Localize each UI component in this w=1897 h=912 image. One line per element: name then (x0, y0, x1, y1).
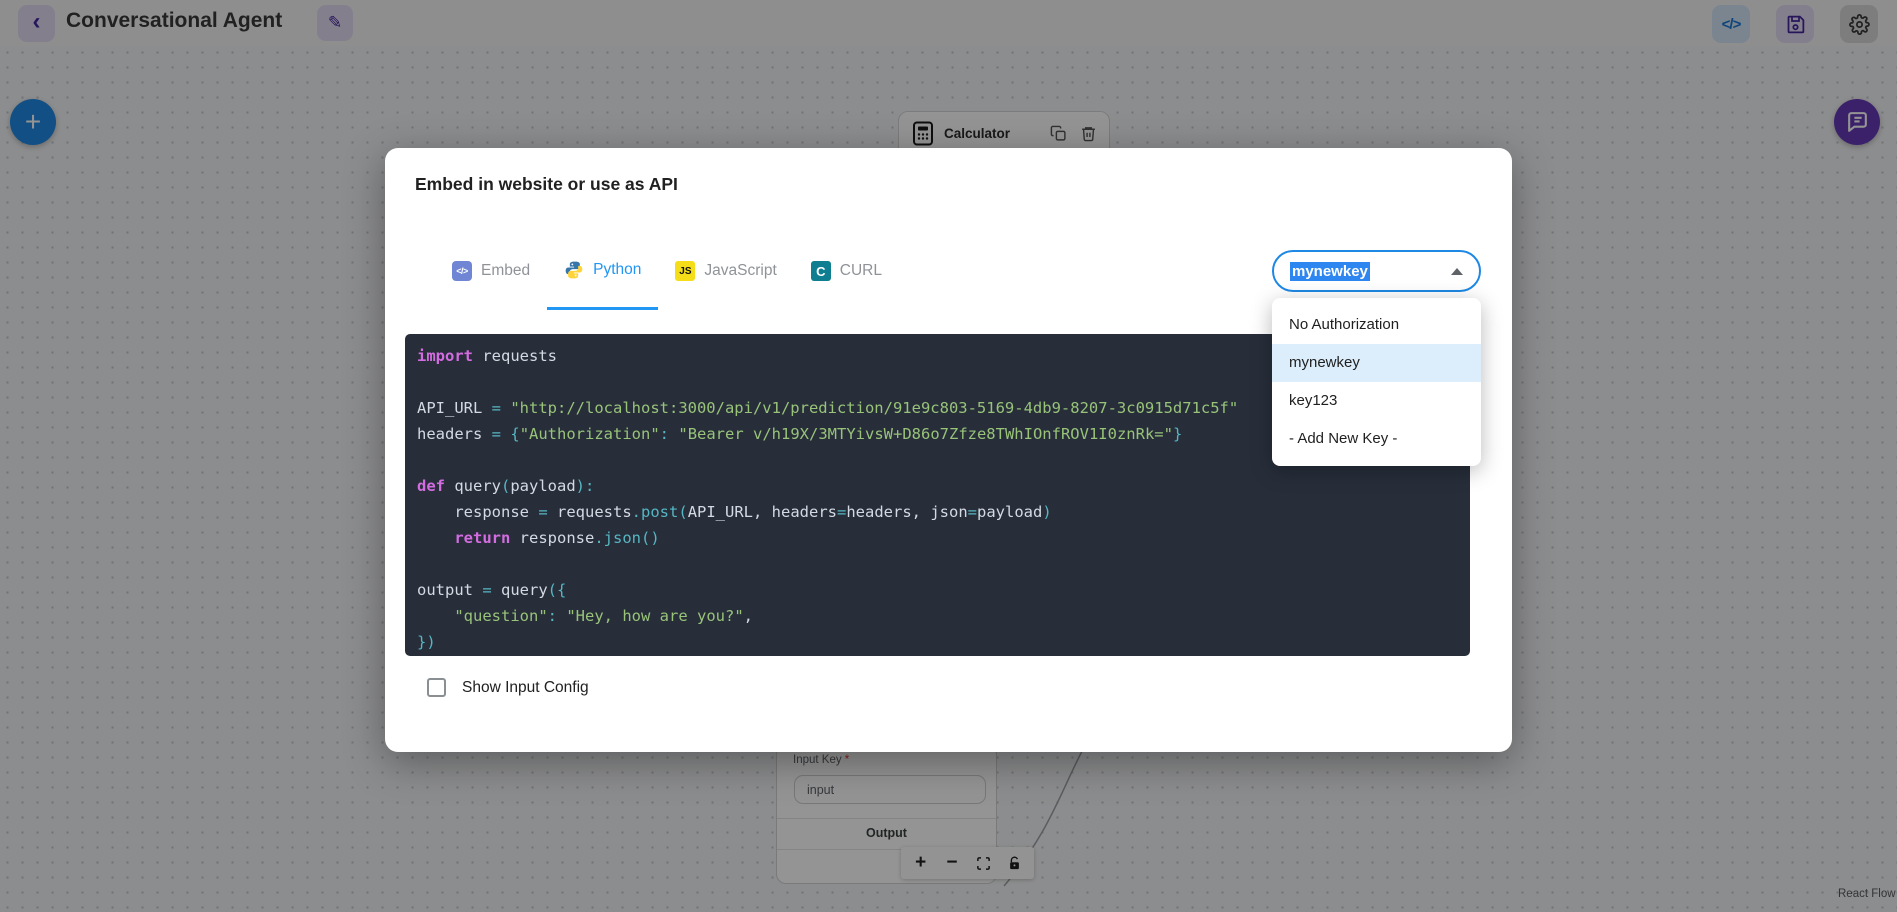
embed-icon: </> (452, 261, 472, 281)
api-key-option[interactable]: No Authorization (1272, 306, 1481, 344)
code-line: "question": "Hey, how are you?", (417, 603, 1458, 629)
code-line: response = requests.post(API_URL, header… (417, 499, 1458, 525)
tab-js[interactable]: JS JavaScript (658, 232, 793, 310)
tab-label: CURL (840, 262, 882, 280)
dialog-title: Embed in website or use as API (415, 174, 678, 195)
api-key-option[interactable]: mynewkey (1272, 344, 1481, 382)
caret-up-icon (1451, 268, 1463, 275)
show-input-config-checkbox[interactable] (427, 678, 446, 697)
show-input-config-label: Show Input Config (462, 679, 589, 697)
curl-icon: C (811, 261, 831, 281)
api-key-option[interactable]: - Add New Key - (1272, 420, 1481, 458)
app-root: ‹ Conversational Agent ✎ </> (0, 0, 1897, 912)
tab-python[interactable]: Python (547, 232, 658, 310)
python-icon (564, 260, 584, 280)
api-key-menu: No Authorizationmynewkeykey123- Add New … (1272, 298, 1481, 466)
tab-label: JavaScript (704, 262, 776, 280)
tab-curl[interactable]: C CURL (794, 232, 899, 310)
api-key-selected-value: mynewkey (1290, 262, 1370, 281)
embed-api-dialog: Embed in website or use as API </> Embed P… (385, 148, 1512, 752)
tab-label: Embed (481, 262, 530, 280)
code-line (417, 551, 1458, 577)
tab-embed[interactable]: </> Embed (435, 232, 547, 310)
javascript-icon: JS (675, 261, 695, 281)
code-line: output = query({ (417, 577, 1458, 603)
show-input-config-row: Show Input Config (427, 678, 589, 697)
tab-label: Python (593, 261, 641, 279)
api-key-option[interactable]: key123 (1272, 382, 1481, 420)
code-line: return response.json() (417, 525, 1458, 551)
code-line: }) (417, 629, 1458, 655)
api-key-select[interactable]: mynewkey (1272, 250, 1481, 292)
code-line: def query(payload): (417, 473, 1458, 499)
language-tabs: </> Embed Python JS JavaScript C CURL (435, 232, 899, 310)
